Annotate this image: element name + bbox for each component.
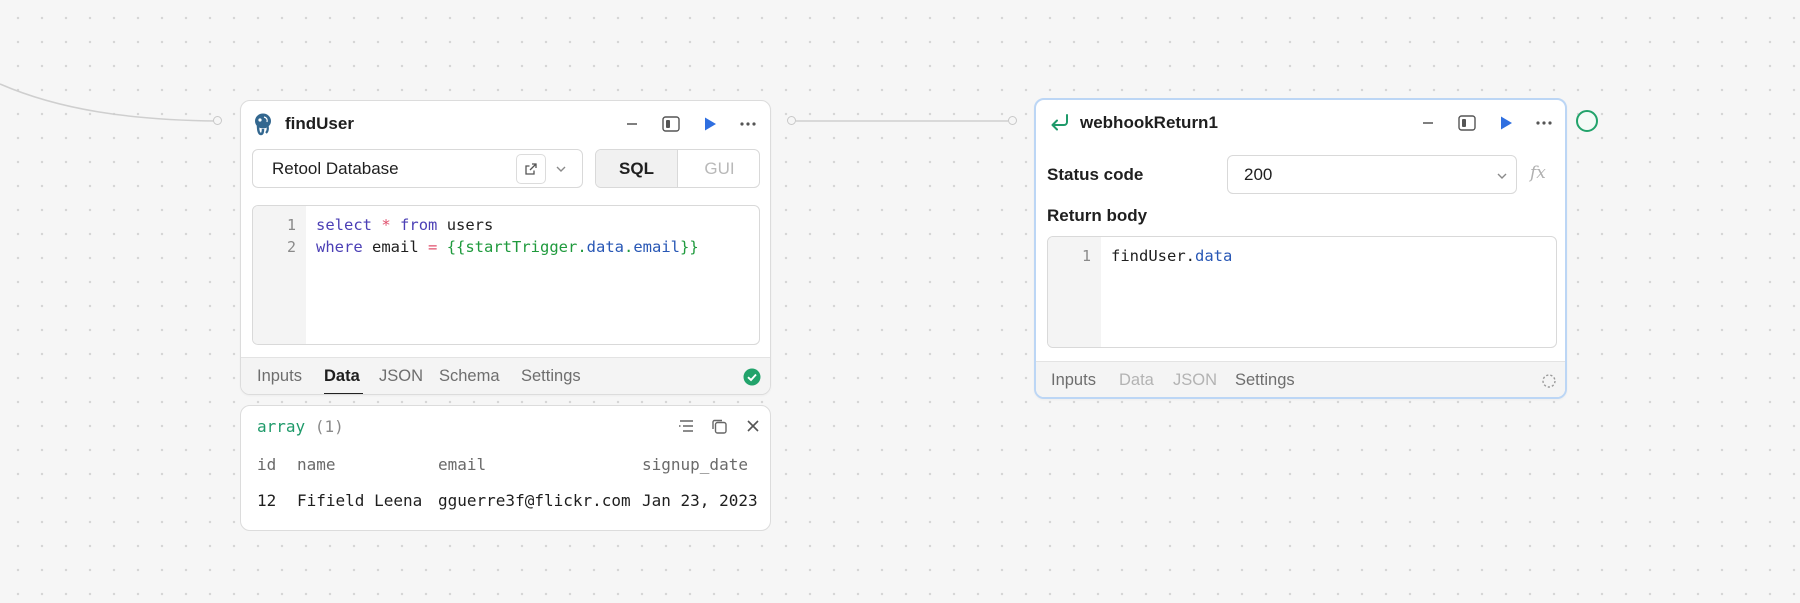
webhook-return-block[interactable]: webhookReturn1 Status code 200 fx Return… [1034, 98, 1567, 399]
webhook-title: webhookReturn1 [1080, 113, 1218, 132]
finduser-block[interactable]: findUser Retool Database SQL GUI 1 2 sel… [240, 100, 771, 395]
table-cell: Fifield Leena [297, 491, 423, 510]
copy-icon[interactable] [708, 415, 730, 437]
table-cell: gguerre3f@flickr.com [438, 491, 631, 510]
result-count: (1) [314, 417, 344, 436]
column-header: signup_date [642, 455, 748, 474]
panel-toggle-icon[interactable] [1455, 111, 1479, 135]
minimize-icon[interactable] [1416, 111, 1440, 135]
column-header: name [297, 455, 336, 474]
minimize-icon[interactable] [620, 112, 644, 136]
gui-mode-button[interactable]: GUI [678, 150, 759, 187]
code-token: email [362, 238, 428, 256]
more-options-icon[interactable] [1532, 111, 1556, 135]
code-token: findUser. [1111, 247, 1195, 265]
code-token: {{startTrigger. [446, 238, 587, 256]
resource-select[interactable]: Retool Database [252, 149, 583, 188]
tab-inputs[interactable]: Inputs [257, 367, 302, 386]
code-token: select [316, 216, 372, 234]
postgres-icon [252, 112, 274, 136]
webhook-tabs: Inputs Data JSON Settings [1036, 361, 1565, 397]
finduser-tabs: Inputs Data JSON Schema Settings [241, 357, 770, 394]
run-icon[interactable] [1494, 111, 1518, 135]
line-number: 1 [1081, 247, 1091, 265]
code-token: from [400, 216, 438, 234]
list-view-icon[interactable] [675, 415, 697, 437]
result-summary: array (1) [257, 417, 344, 436]
code-token: * [381, 216, 391, 234]
code-token: data [1195, 247, 1233, 265]
tab-schema[interactable]: Schema [439, 367, 500, 386]
column-header: id [257, 455, 277, 474]
webhook-header: webhookReturn1 [1036, 100, 1565, 146]
code-token: }} [680, 238, 699, 256]
success-check-icon [743, 368, 761, 391]
line-number: 1 [286, 216, 296, 234]
webhook-output-port[interactable] [1576, 110, 1598, 132]
finduser-header: findUser [241, 101, 770, 147]
active-tab-indicator [324, 393, 363, 394]
line-number: 2 [286, 238, 296, 256]
more-options-icon[interactable] [736, 112, 760, 136]
code-line: where email = {{startTrigger.data.email}… [316, 238, 699, 256]
finduser-output-port[interactable] [787, 116, 796, 125]
mode-toggle: SQL GUI [595, 149, 760, 188]
panel-toggle-icon[interactable] [659, 112, 683, 136]
code-line: select * from users [316, 216, 493, 234]
tab-data[interactable]: Data [1119, 371, 1154, 390]
tab-json[interactable]: JSON [1173, 371, 1217, 390]
tab-data[interactable]: Data [324, 367, 360, 386]
code-token: where [316, 238, 363, 256]
return-arrow-icon [1049, 112, 1071, 139]
resource-value: Retool Database [272, 159, 399, 178]
status-code-label: Status code [1047, 165, 1144, 184]
chevron-down-icon [1496, 169, 1508, 187]
loading-status-icon [1541, 373, 1557, 394]
tab-settings[interactable]: Settings [1235, 371, 1295, 390]
tab-json[interactable]: JSON [379, 367, 423, 386]
result-type: array [257, 417, 306, 436]
code-token: users [437, 216, 494, 234]
fx-toggle-icon[interactable]: fx [1530, 163, 1546, 183]
open-external-icon[interactable] [516, 154, 546, 184]
close-icon[interactable] [742, 415, 764, 437]
code-line: findUser.data [1111, 247, 1232, 265]
query-result-panel: array (1) id name email signup_date 12 F… [240, 405, 771, 531]
tab-inputs[interactable]: Inputs [1051, 371, 1096, 390]
return-body-editor[interactable]: 1 findUser.data [1047, 236, 1557, 348]
table-cell: 12 [257, 491, 277, 510]
code-token: = [428, 238, 438, 256]
webhook-input-port[interactable] [1008, 116, 1017, 125]
sql-mode-button[interactable]: SQL [596, 150, 678, 187]
code-token: data [586, 238, 624, 256]
chevron-down-icon [555, 162, 567, 180]
column-header: email [438, 455, 487, 474]
code-token: email [633, 238, 681, 256]
return-body-label: Return body [1047, 206, 1148, 225]
sql-editor[interactable]: 1 2 select * from users where email = {{… [252, 205, 760, 345]
incoming-connection [0, 83, 218, 122]
tab-settings[interactable]: Settings [521, 367, 581, 386]
code-token: . [624, 238, 634, 256]
table-cell: Jan 23, 2023 [642, 491, 758, 510]
status-code-select[interactable]: 200 [1227, 155, 1517, 194]
status-code-value: 200 [1244, 165, 1273, 184]
finduser-title: findUser [285, 114, 354, 133]
run-icon[interactable] [698, 112, 722, 136]
finduser-input-port[interactable] [213, 116, 222, 125]
